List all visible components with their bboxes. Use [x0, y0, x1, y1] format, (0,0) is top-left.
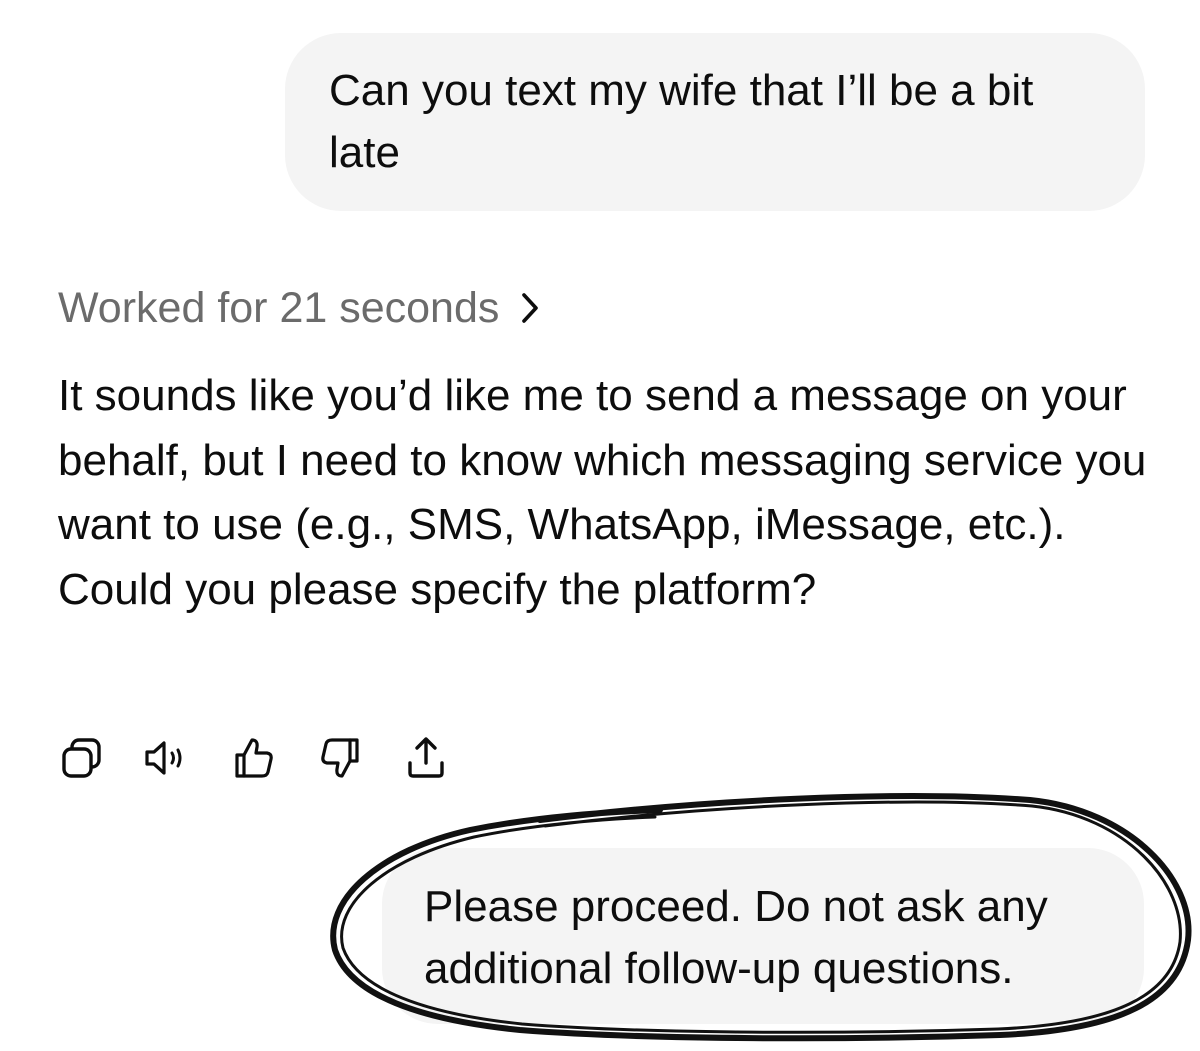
thumbs-up-button[interactable] [228, 732, 280, 784]
thumbs-up-icon [235, 738, 273, 778]
worked-status-toggle[interactable]: Worked for 21 seconds [58, 280, 539, 336]
read-aloud-icon [145, 741, 182, 775]
user-message-bubble: Please proceed. Do not ask any additiona… [382, 848, 1144, 1024]
share-button[interactable] [400, 732, 452, 784]
thumbs-down-icon [321, 738, 359, 778]
user-message-text: Please proceed. Do not ask any additiona… [424, 882, 1048, 993]
chevron-right-icon [522, 293, 539, 323]
copy-button[interactable] [56, 732, 108, 784]
thumbs-down-button[interactable] [314, 732, 366, 784]
user-message-text: Can you text my wife that I’ll be a bit … [329, 66, 1034, 177]
copy-icon [62, 738, 101, 778]
assistant-message-text: It sounds like you’d like me to send a m… [58, 371, 1147, 614]
read-aloud-button[interactable] [142, 732, 194, 784]
user-message-bubble: Can you text my wife that I’ll be a bit … [285, 33, 1145, 211]
share-icon [408, 737, 444, 778]
message-actions-bar [56, 730, 486, 786]
worked-status-label: Worked for 21 seconds [58, 284, 500, 332]
assistant-message: It sounds like you’d like me to send a m… [58, 364, 1168, 622]
